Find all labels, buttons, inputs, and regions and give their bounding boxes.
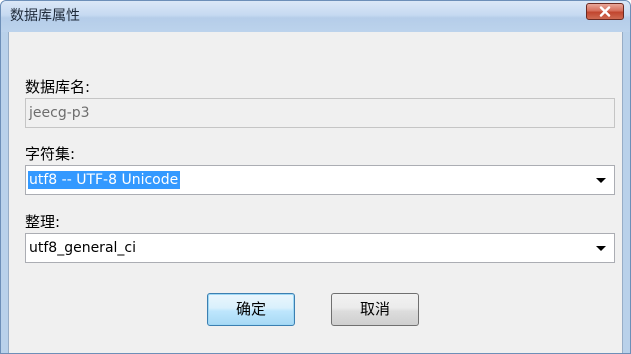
- charset-label: 字符集:: [25, 145, 76, 163]
- chevron-down-icon[interactable]: [596, 246, 606, 251]
- db-name-field[interactable]: jeecg-p3: [25, 98, 615, 128]
- dialog-window: 数据库属性 数据库名: jeecg-p3 字符集: utf8 -- UTF-8 …: [0, 0, 631, 354]
- db-name-value: jeecg-p3: [29, 105, 90, 121]
- close-button[interactable]: [586, 3, 624, 20]
- chevron-down-icon[interactable]: [596, 178, 606, 183]
- charset-value: utf8 -- UTF-8 Unicode: [28, 171, 181, 189]
- cancel-button[interactable]: 取消: [331, 293, 419, 326]
- db-name-label: 数据库名:: [25, 78, 91, 96]
- collation-value: utf8_general_ci: [29, 240, 136, 256]
- window-title: 数据库属性: [10, 8, 80, 24]
- dialog-client-area: 数据库名: jeecg-p3 字符集: utf8 -- UTF-8 Unicod…: [8, 32, 623, 353]
- close-icon: [599, 6, 611, 17]
- collation-label: 整理:: [25, 213, 61, 231]
- collation-select[interactable]: utf8_general_ci: [25, 233, 615, 263]
- title-bar[interactable]: 数据库属性: [1, 1, 630, 32]
- ok-button[interactable]: 确定: [207, 293, 295, 326]
- charset-select[interactable]: utf8 -- UTF-8 Unicode: [25, 165, 615, 195]
